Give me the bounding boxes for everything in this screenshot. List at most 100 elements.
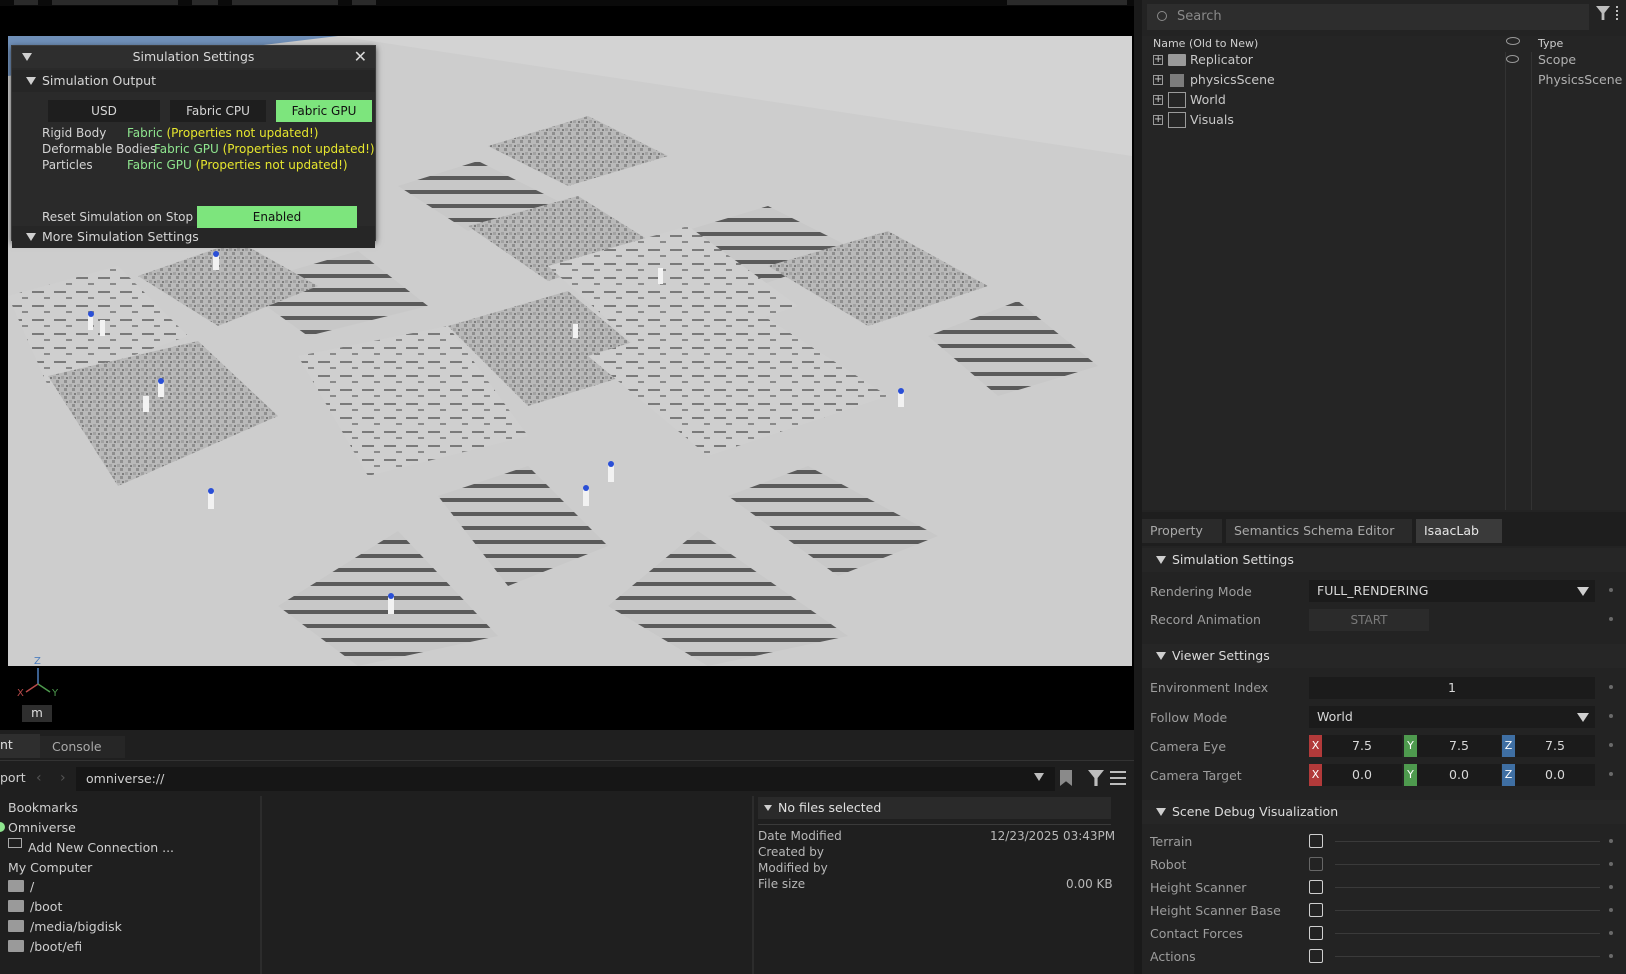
tab-semantics-schema-editor[interactable]: Semantics Schema Editor	[1226, 519, 1412, 543]
expand-icon[interactable]: +	[1153, 75, 1163, 85]
reset-dot[interactable]	[1609, 772, 1613, 776]
folder-item[interactable]: /media/bigdisk	[8, 919, 122, 934]
tab-console[interactable]: Console	[40, 736, 125, 758]
scene-debug-section[interactable]: Scene Debug Visualization	[1142, 800, 1626, 824]
expand-icon[interactable]: +	[1153, 55, 1163, 65]
toolbar-stub[interactable]	[1007, 0, 1127, 5]
camera-eye-x[interactable]: 7.5	[1322, 735, 1402, 757]
reset-dot[interactable]	[1609, 931, 1613, 935]
row-value: Fabric GPU (Properties not updated!)	[154, 142, 375, 156]
actions-checkbox[interactable]	[1309, 949, 1323, 963]
file-info-header[interactable]: No files selected	[758, 797, 1111, 819]
height-scanner-base-checkbox[interactable]	[1309, 903, 1323, 917]
camera-target-label: Camera Target	[1150, 768, 1242, 783]
close-icon[interactable]: ✕	[354, 46, 367, 68]
reset-dot[interactable]	[1609, 862, 1613, 866]
simulation-output-section[interactable]: Simulation Output	[12, 70, 375, 92]
visibility-icon[interactable]	[1506, 37, 1520, 45]
more-settings-section[interactable]: More Simulation Settings	[12, 226, 375, 248]
usd-button[interactable]: USD	[48, 100, 160, 122]
toolbar-stub[interactable]	[52, 0, 178, 5]
back-icon[interactable]: ‹	[36, 770, 42, 786]
record-start-button[interactable]: START	[1309, 609, 1429, 631]
fabric-cpu-button[interactable]: Fabric CPU	[170, 100, 266, 122]
search-input[interactable]: Search	[1147, 4, 1589, 30]
col-name-header[interactable]: Name (Old to New)	[1153, 37, 1258, 50]
robot-checkbox[interactable]	[1309, 857, 1323, 871]
col-type-header[interactable]: Type	[1538, 37, 1563, 50]
follow-mode-dropdown[interactable]: World	[1309, 706, 1595, 728]
record-animation-label: Record Animation	[1150, 612, 1261, 627]
camera-eye-y[interactable]: 7.5	[1417, 735, 1501, 757]
reset-dot[interactable]	[1609, 885, 1613, 889]
reset-dot[interactable]	[1609, 617, 1613, 621]
camera-eye-z[interactable]: 7.5	[1515, 735, 1595, 757]
expand-icon[interactable]: +	[1153, 95, 1163, 105]
folder-icon	[1168, 54, 1186, 66]
splitter[interactable]	[1134, 0, 1142, 974]
reset-dot[interactable]	[1609, 588, 1613, 592]
tab-content[interactable]: nt	[0, 734, 40, 758]
folder-item[interactable]: /boot	[8, 899, 62, 914]
tab-property[interactable]: Property	[1142, 519, 1222, 543]
expand-icon[interactable]: +	[1153, 115, 1163, 125]
visibility-icon[interactable]	[1506, 55, 1519, 63]
reset-dot[interactable]	[1609, 685, 1613, 689]
forward-icon[interactable]: ›	[60, 770, 66, 786]
reset-dot[interactable]	[1609, 714, 1613, 718]
tree-row-physicsscene[interactable]: + physicsScene PhysicsScene	[1142, 70, 1626, 90]
expand-icon[interactable]	[1156, 808, 1166, 816]
debug-item-label: Actions	[1150, 949, 1196, 964]
simulation-settings-section[interactable]: Simulation Settings	[1142, 548, 1626, 572]
path-dropdown-icon[interactable]	[1034, 773, 1044, 781]
expand-icon[interactable]	[26, 77, 36, 85]
camera-target-x[interactable]: 0.0	[1322, 764, 1402, 786]
expand-icon[interactable]	[1156, 556, 1166, 564]
height-scanner-checkbox[interactable]	[1309, 880, 1323, 894]
my-computer-item[interactable]: My Computer	[8, 860, 92, 875]
tree-row-world[interactable]: + World	[1142, 90, 1626, 110]
omniverse-item[interactable]: Omniverse	[8, 820, 76, 835]
server-icon	[8, 838, 22, 848]
camera-target-y[interactable]: 0.0	[1417, 764, 1501, 786]
folder-item[interactable]: /boot/efi	[8, 939, 82, 954]
add-connection-item[interactable]: Add New Connection ...	[28, 840, 174, 855]
debug-slider	[1335, 910, 1600, 911]
path-input[interactable]: omniverse://	[76, 767, 1055, 791]
menu-icon[interactable]	[1110, 771, 1126, 785]
window-title-bar: Simulation Settings ✕	[12, 46, 375, 68]
toolbar-stub[interactable]	[192, 0, 218, 5]
tree-row-visuals[interactable]: + Visuals	[1142, 110, 1626, 130]
env-index-input[interactable]: 1	[1309, 677, 1595, 699]
expand-icon[interactable]	[26, 233, 36, 241]
bookmarks-item[interactable]: Bookmarks	[8, 800, 78, 815]
import-button[interactable]: port	[0, 770, 26, 785]
reset-toggle[interactable]: Enabled	[197, 206, 357, 228]
file-size-value: 0.00 KB	[1066, 877, 1113, 891]
rendering-mode-dropdown[interactable]: FULL_RENDERING	[1309, 580, 1595, 602]
units-button[interactable]: m	[22, 705, 52, 722]
axis-x-label: X	[17, 688, 24, 699]
reset-dot[interactable]	[1609, 954, 1613, 958]
camera-target-z[interactable]: 0.0	[1515, 764, 1595, 786]
reset-dot[interactable]	[1609, 908, 1613, 912]
fabric-gpu-button[interactable]: Fabric GPU	[276, 100, 372, 122]
tree-row-replicator[interactable]: + Replicator Scope	[1142, 50, 1626, 70]
reset-dot[interactable]	[1609, 839, 1613, 843]
tab-isaaclab[interactable]: IsaacLab	[1416, 519, 1502, 543]
toolbar-stub[interactable]	[14, 0, 38, 5]
toolbar-stub[interactable]	[352, 0, 376, 5]
toolbar-stub[interactable]	[232, 0, 338, 5]
collapse-icon[interactable]	[22, 53, 32, 61]
terrain-checkbox[interactable]	[1309, 834, 1323, 848]
folder-item[interactable]: /	[8, 879, 34, 894]
reset-dot[interactable]	[1609, 743, 1613, 747]
axis-z-label: Z	[34, 656, 41, 667]
viewer-settings-section[interactable]: Viewer Settings	[1142, 644, 1626, 668]
debug-item-label: Height Scanner	[1150, 880, 1247, 895]
options-icon[interactable]	[1616, 6, 1620, 20]
collapse-icon[interactable]	[764, 805, 772, 811]
expand-icon[interactable]	[1156, 652, 1166, 660]
camera-eye-label: Camera Eye	[1150, 739, 1227, 754]
contact-forces-checkbox[interactable]	[1309, 926, 1323, 940]
